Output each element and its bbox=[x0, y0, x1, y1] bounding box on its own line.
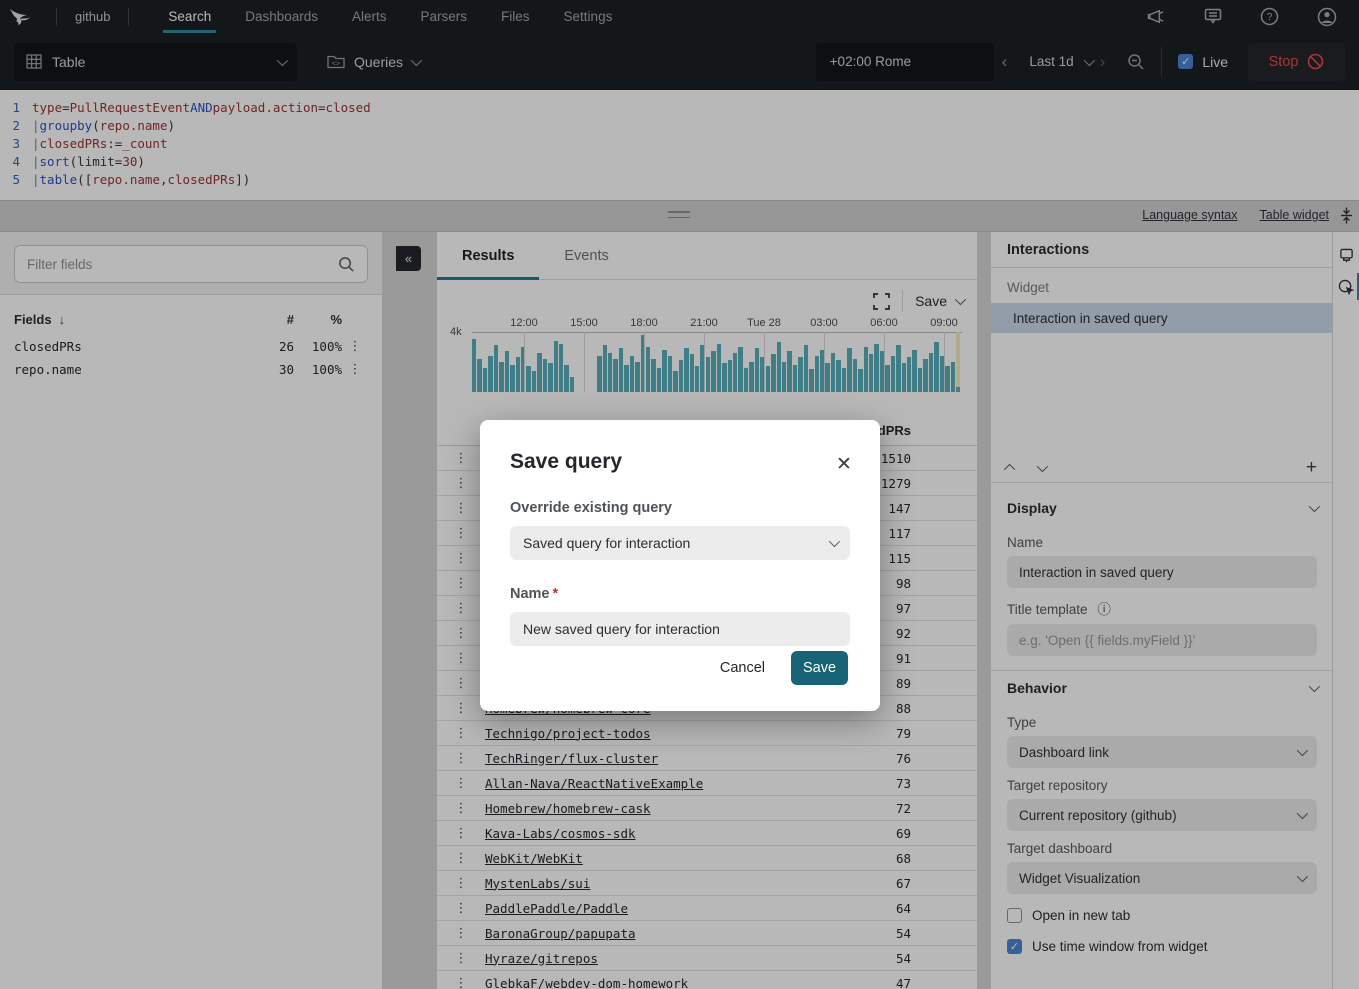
modal-title: Save query bbox=[510, 450, 850, 474]
override-label: Override existing query bbox=[510, 500, 850, 516]
chevron-down-icon bbox=[829, 536, 840, 547]
override-query-select[interactable]: Saved query for interaction bbox=[510, 526, 850, 560]
name-label: Name* bbox=[510, 586, 850, 602]
close-icon[interactable]: ✕ bbox=[832, 453, 856, 476]
app-screen: github SearchDashboardsAlertsParsersFile… bbox=[0, 0, 1359, 989]
required-asterisk: * bbox=[553, 586, 559, 602]
save-button[interactable]: Save bbox=[791, 651, 848, 685]
cancel-button[interactable]: Cancel bbox=[720, 660, 765, 676]
query-name-input[interactable]: New saved query for interaction bbox=[510, 612, 850, 646]
save-query-modal: Save query ✕ Override existing query Sav… bbox=[480, 420, 880, 711]
